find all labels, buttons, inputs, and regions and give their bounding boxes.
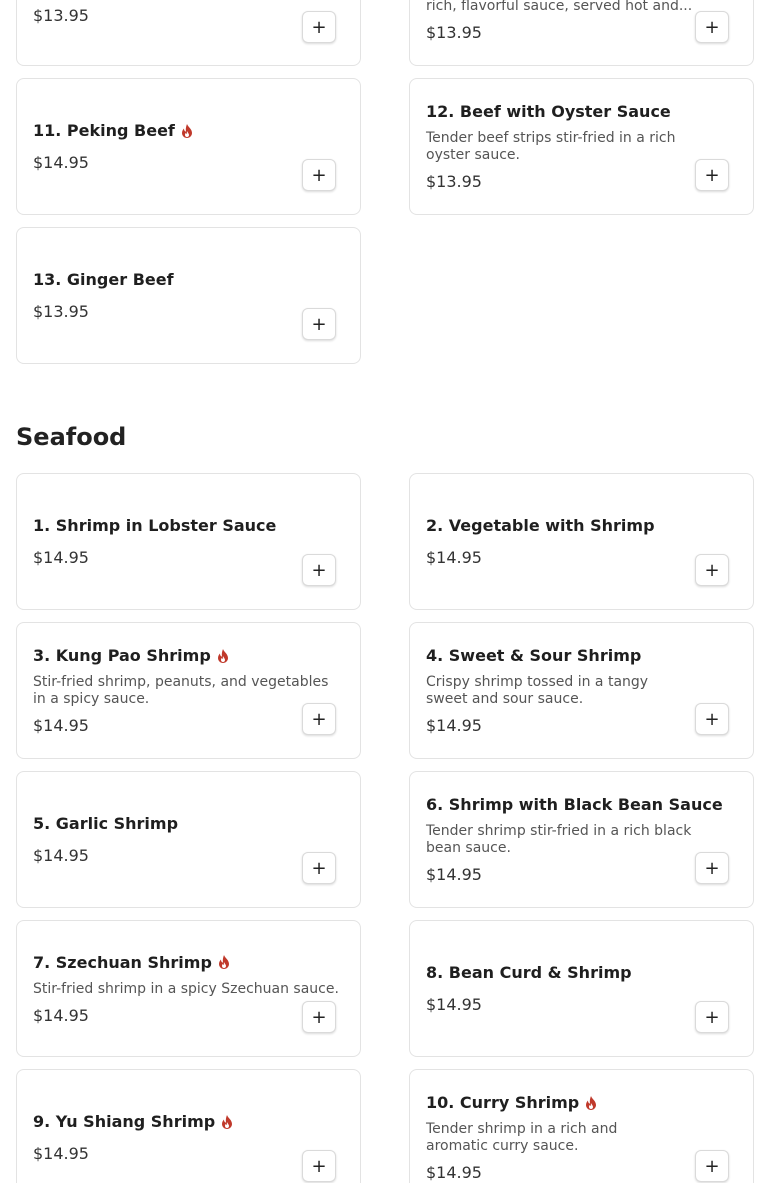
menu-item-card[interactable]: 4. Sweet & Sour Shrimp Crispy shrimp tos… bbox=[409, 622, 754, 759]
item-price: $13.95 bbox=[426, 23, 482, 42]
item-name: 1. Shrimp in Lobster Sauce bbox=[33, 516, 277, 535]
plus-icon: + bbox=[704, 857, 720, 879]
item-name-row: 11. Peking Beef bbox=[33, 121, 290, 140]
item-price: $14.95 bbox=[426, 548, 482, 567]
flame-icon bbox=[222, 1114, 233, 1129]
item-price: $14.95 bbox=[33, 1005, 89, 1025]
add-to-cart-button[interactable]: + bbox=[302, 159, 336, 191]
item-price: $14.95 bbox=[426, 995, 482, 1014]
plus-icon: + bbox=[311, 708, 327, 730]
menu-item-card[interactable]: 8. Bean Curd & Shrimp $14.95 + bbox=[409, 920, 754, 1057]
add-to-cart-button[interactable]: + bbox=[302, 11, 336, 43]
plus-icon: + bbox=[704, 1006, 720, 1028]
item-description: Tender shrimp stir-fried in a rich black… bbox=[426, 823, 692, 856]
item-price: $13.95 bbox=[426, 172, 482, 191]
menu-item-card[interactable]: 10. Curry Shrimp Tender shrimp in a rich… bbox=[409, 1069, 754, 1183]
item-name: 3. Kung Pao Shrimp bbox=[33, 646, 211, 665]
item-name-row: 7. Szechuan Shrimp bbox=[33, 953, 344, 972]
item-name: 5. Garlic Shrimp bbox=[33, 814, 179, 833]
plus-icon: + bbox=[311, 1006, 327, 1028]
item-name-row: 9. Yu Shiang Shrimp bbox=[33, 1112, 290, 1131]
item-price: $14.95 bbox=[426, 716, 482, 735]
flame-icon bbox=[217, 648, 228, 663]
plus-icon: + bbox=[311, 857, 327, 879]
item-name: 7. Szechuan Shrimp bbox=[33, 952, 212, 972]
plus-icon: + bbox=[704, 16, 720, 38]
plus-icon: + bbox=[704, 1155, 720, 1177]
add-to-cart-button[interactable]: + bbox=[302, 554, 336, 586]
menu-item-card[interactable]: 7. Szechuan Shrimp Stir-fried shrimp in … bbox=[16, 920, 361, 1057]
item-price: $14.95 bbox=[426, 1163, 482, 1182]
item-name: 12. Beef with Oyster Sauce bbox=[426, 102, 671, 121]
flame-icon bbox=[218, 955, 229, 969]
item-price: $14.95 bbox=[33, 716, 89, 735]
plus-icon: + bbox=[704, 164, 720, 186]
flame-icon bbox=[181, 123, 192, 138]
add-to-cart-button[interactable]: + bbox=[302, 852, 336, 884]
plus-icon: + bbox=[311, 164, 327, 186]
item-name: 9. Yu Shiang Shrimp bbox=[33, 1112, 216, 1131]
add-to-cart-button[interactable]: + bbox=[302, 1150, 336, 1182]
add-to-cart-button[interactable]: + bbox=[695, 1001, 729, 1033]
menu-item-card[interactable]: 2. Vegetable with Shrimp $14.95 + bbox=[409, 473, 754, 610]
item-description: Tender beef strips stir-fried in a rich … bbox=[426, 130, 676, 163]
item-name: 11. Peking Beef bbox=[33, 121, 175, 140]
item-name: 13. Ginger Beef bbox=[33, 270, 174, 289]
menu-item-card[interactable]: 9. Yu Shiang Shrimp $14.95 + bbox=[16, 1069, 361, 1183]
plus-icon: + bbox=[704, 559, 720, 581]
plus-icon: + bbox=[311, 559, 327, 581]
add-to-cart-button[interactable]: + bbox=[695, 159, 729, 191]
menu-item-card[interactable]: $13.95 + bbox=[16, 0, 361, 66]
flame-icon bbox=[586, 1095, 597, 1110]
add-to-cart-button[interactable]: + bbox=[302, 703, 336, 735]
item-name: 2. Vegetable with Shrimp bbox=[426, 516, 655, 535]
add-to-cart-button[interactable]: + bbox=[695, 852, 729, 884]
item-price: $13.95 bbox=[33, 6, 89, 25]
item-name-row: 10. Curry Shrimp bbox=[426, 1093, 683, 1112]
add-to-cart-button[interactable]: + bbox=[695, 11, 729, 43]
menu-item-card[interactable]: rich, flavorful sauce, served hot and...… bbox=[409, 0, 754, 66]
item-price: $14.95 bbox=[33, 548, 89, 567]
item-description: rich, flavorful sauce, served hot and... bbox=[426, 0, 693, 14]
menu-item-card[interactable]: 1. Shrimp in Lobster Sauce $14.95 + bbox=[16, 473, 361, 610]
item-price: $14.95 bbox=[33, 153, 89, 172]
add-to-cart-button[interactable]: + bbox=[695, 1150, 729, 1182]
item-name: 8. Bean Curd & Shrimp bbox=[426, 963, 632, 982]
item-description: Tender shrimp in a rich and aromatic cur… bbox=[426, 1121, 618, 1154]
plus-icon: + bbox=[704, 708, 720, 730]
item-description: Stir-fried shrimp in a spicy Szechuan sa… bbox=[33, 980, 339, 997]
menu-item-card[interactable]: 13. Ginger Beef $13.95 + bbox=[16, 227, 361, 364]
plus-icon: + bbox=[311, 1155, 327, 1177]
menu-item-card[interactable]: 6. Shrimp with Black Bean Sauce Tender s… bbox=[409, 771, 754, 908]
item-name: 10. Curry Shrimp bbox=[426, 1093, 580, 1112]
item-description: Crispy shrimp tossed in a tangy sweet an… bbox=[426, 674, 649, 707]
add-to-cart-button[interactable]: + bbox=[695, 703, 729, 735]
add-to-cart-button[interactable]: + bbox=[695, 554, 729, 586]
item-price: $13.95 bbox=[33, 302, 89, 321]
menu-item-card[interactable]: 3. Kung Pao Shrimp Stir-fried shrimp, pe… bbox=[16, 622, 361, 759]
section-title-seafood: Seafood bbox=[16, 423, 127, 451]
add-to-cart-button[interactable]: + bbox=[302, 1001, 336, 1033]
plus-icon: + bbox=[311, 16, 327, 38]
item-description: Stir-fried shrimp, peanuts, and vegetabl… bbox=[33, 674, 329, 707]
item-name-row: 3. Kung Pao Shrimp bbox=[33, 646, 290, 665]
menu-item-card[interactable]: 5. Garlic Shrimp $14.95 + bbox=[16, 771, 361, 908]
menu-item-card[interactable]: 11. Peking Beef $14.95 + bbox=[16, 78, 361, 215]
item-name: 4. Sweet & Sour Shrimp bbox=[426, 646, 642, 665]
item-name: 6. Shrimp with Black Bean Sauce bbox=[426, 795, 723, 814]
item-price: $14.95 bbox=[426, 865, 482, 884]
add-to-cart-button[interactable]: + bbox=[302, 308, 336, 340]
item-price: $14.95 bbox=[33, 846, 89, 865]
plus-icon: + bbox=[311, 313, 327, 335]
item-price: $14.95 bbox=[33, 1144, 89, 1163]
menu-item-card[interactable]: 12. Beef with Oyster Sauce Tender beef s… bbox=[409, 78, 754, 215]
